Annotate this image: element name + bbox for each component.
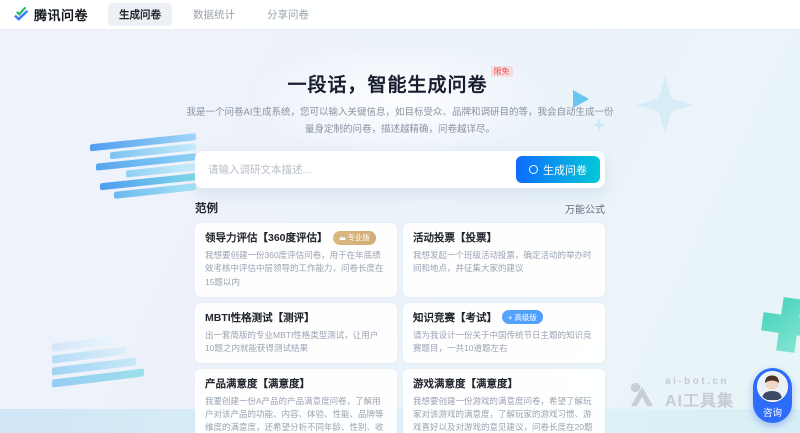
examples-title: 范例: [195, 200, 218, 216]
example-card-product-satisfaction[interactable]: 产品满意度【满意度】 我要创建一份A产品的产品满意度问卷，了解用户对该产品的功能…: [195, 369, 397, 433]
ai-bot-logo-icon: [627, 381, 657, 407]
customer-support-button[interactable]: 咨询: [753, 368, 792, 423]
example-card-game-satisfaction[interactable]: 游戏满意度【满意度】 我想要创建一份游戏的满意度问卷，希望了解玩家对该游戏的满意…: [403, 369, 605, 433]
main-content: 一段话，智能生成问卷限免 我是一个问卷AI生成系统，您可以输入关键信息，如目标受…: [0, 30, 800, 433]
crown-icon: [339, 235, 346, 241]
card-description: 我要创建一份A产品的产品满意度问卷，了解用户对该产品的功能、内容、体验、性能、品…: [205, 395, 387, 433]
card-description: 请为我设计一份关于中国传统节日主题的知识竞赛题目，一共10道题左右: [413, 329, 595, 355]
card-description: 我想要创建一份360度评估问卷，用于在年底绩效考核中评估中层领导的工作能力，问卷…: [205, 249, 387, 289]
generate-button-label: 生成问卷: [543, 162, 587, 178]
hero-description-line2: 量身定制的问卷，描述越精确，问卷越详尽。: [305, 124, 495, 135]
survey-description-input[interactable]: [208, 164, 516, 176]
tab-data-statistics[interactable]: 数据统计: [182, 3, 246, 26]
watermark-text: ai-bot.cn AI工具集: [665, 376, 734, 411]
example-card-activity-vote[interactable]: 活动投票【投票】 我想发起一个班级活动投票，确定活动的举办时间和地点，并征集大家…: [403, 223, 605, 297]
example-card-mbti[interactable]: MBTI性格测试【测评】 出一套简版的专业MBTI性格类型测试，让用户10题之内…: [195, 303, 397, 363]
page-title: 一段话，智能生成问卷限免: [0, 70, 800, 97]
card-description: 出一套简版的专业MBTI性格类型测试，让用户10题之内就能获得测试结果: [205, 329, 387, 355]
watermark-url: ai-bot.cn: [665, 376, 734, 387]
example-card-leadership[interactable]: 领导力评估【360度评估】 专业版 我想要创建一份360度评估问卷，用于在年底绩…: [195, 223, 397, 297]
card-title: 知识竞赛【考试】 + 高级版: [413, 310, 595, 325]
tab-generate-survey[interactable]: 生成问卷: [108, 3, 172, 26]
card-title: 产品满意度【满意度】: [205, 376, 387, 391]
examples-section: 范例 万能公式 领导力评估【360度评估】 专业版 我想要创建一份360度评估问…: [195, 200, 605, 433]
plus-icon: +: [508, 313, 512, 322]
free-badge: 限免: [491, 66, 513, 77]
tab-share-survey[interactable]: 分享问卷: [256, 3, 320, 26]
generate-ring-icon: [529, 165, 538, 174]
examples-header: 范例 万能公式: [195, 200, 605, 216]
app-logo[interactable]: 腾讯问卷: [12, 5, 88, 24]
card-title: MBTI性格测试【测评】: [205, 310, 387, 325]
app-title: 腾讯问卷: [34, 5, 88, 24]
generate-survey-button[interactable]: 生成问卷: [516, 156, 600, 183]
example-card-quiz[interactable]: 知识竞赛【考试】 + 高级版 请为我设计一份关于中国传统节日主题的知识竞赛题目，…: [403, 303, 605, 363]
universal-formula-link[interactable]: 万能公式: [565, 201, 605, 216]
hero-description: 我是一个问卷AI生成系统，您可以输入关键信息，如目标受众、品牌和调研目的等，我会…: [0, 105, 800, 138]
card-description: 我想要创建一份游戏的满意度问卷，希望了解玩家对该游戏的满意度，了解玩家的游戏习惯…: [413, 395, 595, 433]
card-description: 我想发起一个班级活动投票，确定活动的举办时间和地点，并征集大家的建议: [413, 249, 595, 275]
top-nav: 腾讯问卷 生成问卷 数据统计 分享问卷: [0, 0, 800, 30]
card-title: 活动投票【投票】: [413, 230, 595, 245]
survey-input-bar: 生成问卷: [195, 151, 605, 188]
pro-version-badge: 专业版: [333, 231, 377, 245]
support-label: 咨询: [763, 405, 782, 419]
support-avatar: [757, 371, 788, 402]
premium-version-badge: + 高级版: [502, 310, 543, 324]
logo-check-icon: [12, 6, 29, 23]
card-title: 游戏满意度【满意度】: [413, 376, 595, 391]
examples-grid: 领导力评估【360度评估】 专业版 我想要创建一份360度评估问卷，用于在年底绩…: [195, 223, 605, 433]
main-nav: 生成问卷 数据统计 分享问卷: [108, 3, 320, 26]
watermark-name: AI工具集: [665, 387, 734, 411]
page-title-text: 一段话，智能生成问卷: [287, 75, 487, 96]
watermark: ai-bot.cn AI工具集: [627, 376, 734, 411]
card-title: 领导力评估【360度评估】 专业版: [205, 230, 387, 245]
hero-description-line1: 我是一个问卷AI生成系统，您可以输入关键信息，如目标受众、品牌和调研目的等，我会…: [187, 107, 614, 118]
